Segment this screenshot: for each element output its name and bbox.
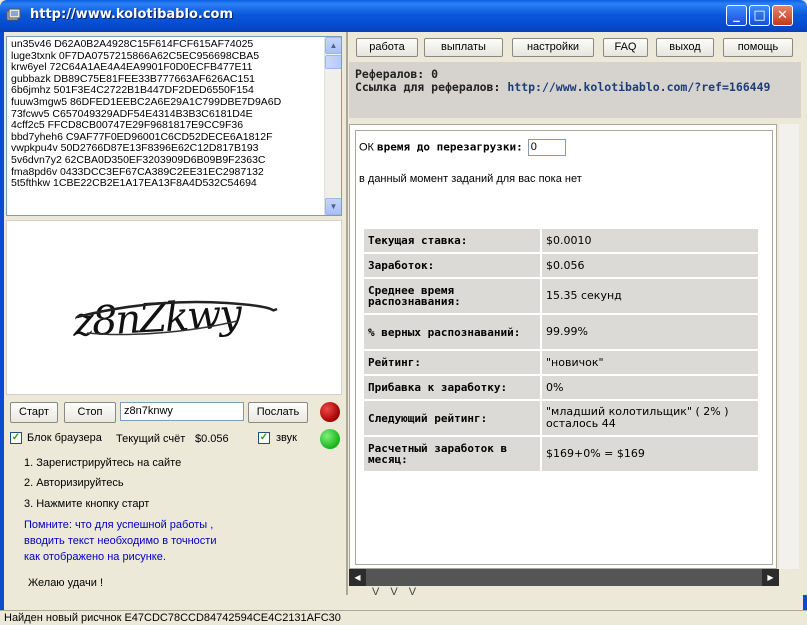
stat-value: 15.35 секунд xyxy=(542,279,758,313)
status-indicator-green xyxy=(320,429,340,449)
log-lines: un35v46 D62A0B2A4928C15F614FCF615AF74025… xyxy=(11,39,323,190)
scroll-right-icon[interactable]: ▶ xyxy=(762,569,779,586)
referral-link[interactable]: http://www.kolotibablo.com/?ref=166449 xyxy=(507,80,770,94)
captcha-text: z8nZkwy xyxy=(71,291,245,346)
stat-value: $0.056 xyxy=(542,254,758,277)
sound-checkbox[interactable]: ✓ xyxy=(258,432,270,444)
table-row: Расчетный заработок в месяц: $169+0% = $… xyxy=(364,437,758,471)
tab-work[interactable]: работа xyxy=(356,38,418,57)
stat-key: Заработок: xyxy=(364,254,540,277)
tab-bar: работа выплаты настройки FAQ выход помощ… xyxy=(349,36,801,60)
list-item: 4cff2c5 FFCD8CB00747E29F9681817E9CC9F36 xyxy=(11,119,244,132)
stat-value: $0.0010 xyxy=(542,229,758,252)
scroll-down-icon[interactable]: ▼ xyxy=(325,198,341,215)
content-vertical-scrollbar[interactable] xyxy=(779,124,799,569)
captcha-image: z8nZkwy xyxy=(71,291,278,346)
content-panel: ОК время до перезагрузки: 0 в данный мом… xyxy=(355,130,773,565)
list-item: fuuw3mgw5 86DFED1EEBC2A6E29A1C799DBE7D9A… xyxy=(11,95,282,108)
table-row: % верных распознаваний: 99.99% xyxy=(364,315,758,349)
stat-value: 0% xyxy=(542,376,758,399)
table-row: Среднее время распознавания: 15.35 секун… xyxy=(364,279,758,313)
step-3: 3. Нажмите кнопку старт xyxy=(24,498,150,510)
list-item: 5t5fthkw 1CBE22CB2E1A17EA13F8A4D532C5469… xyxy=(11,177,257,190)
list-item: un35v46 D62A0B2A4928C15F614FCF615AF74025 xyxy=(11,39,254,50)
referral-box: Рефералов: 0 Ссылка для рефералов: http:… xyxy=(349,62,801,118)
close-button[interactable]: ✕ xyxy=(772,5,793,26)
referral-link-label: Ссылка для рефералов: xyxy=(355,80,501,94)
table-row: Прибавка к заработку: 0% xyxy=(364,376,758,399)
sound-label: звук xyxy=(276,432,297,444)
stat-value: $169+0% = $169 xyxy=(542,437,758,471)
minimize-button[interactable]: _ xyxy=(726,5,747,26)
step-2: 2. Авторизируйтесь xyxy=(24,477,124,489)
balance-label: Текущий счёт xyxy=(116,433,186,445)
captcha-log-list[interactable]: un35v46 D62A0B2A4928C15F614FCF615AF74025… xyxy=(6,36,342,216)
scroll-up-icon[interactable]: ▲ xyxy=(325,37,341,54)
stop-button[interactable]: Стоп xyxy=(64,402,116,423)
note-line-2: вводить текст необходимо в точности xyxy=(24,535,217,547)
browser-block-checkbox[interactable]: ✓ xyxy=(10,432,22,444)
list-scrollbar[interactable]: ▲ ▼ xyxy=(324,37,341,215)
browser-block-label: Блок браузера xyxy=(27,432,102,444)
stat-key: Рейтинг: xyxy=(364,351,540,374)
note-line-1: Помните: что для успешной работы , xyxy=(24,519,214,531)
maximize-button[interactable]: □ xyxy=(749,5,770,26)
tab-help[interactable]: помощь xyxy=(723,38,793,57)
ok-label: ОК xyxy=(359,141,374,154)
no-tasks-message: в данный момент заданий для вас пока нет xyxy=(359,173,582,185)
status-text: Найден новый рисчнок E47CDC78CCD84742594… xyxy=(4,612,341,624)
table-row: Заработок: $0.056 xyxy=(364,254,758,277)
status-indicator-red xyxy=(320,402,340,422)
note-line-3: как отображено на рисунке. xyxy=(24,551,166,563)
captcha-image-box: z8nZkwy xyxy=(6,220,342,395)
stat-key: Среднее время распознавания: xyxy=(364,279,540,313)
content-area: ОК время до перезагрузки: 0 в данный мом… xyxy=(349,124,777,569)
reload-label: время до перезагрузки: xyxy=(377,140,523,154)
list-item: 5v6dvn7y2 62CBA0D350EF3203909D6B09B9F236… xyxy=(11,153,266,166)
stat-key: % верных распознаваний: xyxy=(364,315,540,349)
content-horizontal-scrollbar[interactable]: ◀ ▶ xyxy=(349,569,779,586)
title-bar: http://www.kolotibablo.com _ □ ✕ xyxy=(0,0,807,32)
splitter-handle[interactable]: V V V xyxy=(372,586,420,598)
app-icon xyxy=(6,8,21,21)
table-row: Рейтинг: "новичок" xyxy=(364,351,758,374)
table-row: Текущая ставка: $0.0010 xyxy=(364,229,758,252)
scroll-thumb[interactable] xyxy=(325,55,341,69)
tab-logout[interactable]: выход xyxy=(656,38,714,57)
tab-payouts[interactable]: выплаты xyxy=(424,38,503,57)
tab-faq[interactable]: FAQ xyxy=(603,38,648,57)
send-button[interactable]: Послать xyxy=(248,402,308,423)
good-luck-text: Желаю удачи ! xyxy=(28,577,104,589)
captcha-answer-input[interactable]: z8n7knwy xyxy=(120,402,244,421)
stats-table: Текущая ставка: $0.0010 Заработок: $0.05… xyxy=(362,227,760,473)
start-button[interactable]: Старт xyxy=(10,402,58,423)
stat-value: "новичок" xyxy=(542,351,758,374)
tab-settings[interactable]: настройки xyxy=(512,38,594,57)
stat-value: "младший колотильщик" ( 2% ) осталось 44 xyxy=(542,401,758,435)
stat-key: Прибавка к заработку: xyxy=(364,376,540,399)
reload-timer-field[interactable]: 0 xyxy=(527,139,566,156)
stat-value: 99.99% xyxy=(542,315,758,349)
balance-value: $0.056 xyxy=(195,433,229,445)
window-title: http://www.kolotibablo.com xyxy=(30,7,233,22)
reload-line: ОК время до перезагрузки: 0 xyxy=(359,139,566,156)
step-1: 1. Зарегистрируйтесь на сайте xyxy=(24,457,182,469)
status-bar: Найден новый рисчнок E47CDC78CCD84742594… xyxy=(0,610,807,625)
scroll-left-icon[interactable]: ◀ xyxy=(349,569,366,586)
stat-key: Следующий рейтинг: xyxy=(364,401,540,435)
table-row: Следующий рейтинг: "младший колотильщик"… xyxy=(364,401,758,435)
stat-key: Текущая ставка: xyxy=(364,229,540,252)
stat-key: Расчетный заработок в месяц: xyxy=(364,437,540,471)
